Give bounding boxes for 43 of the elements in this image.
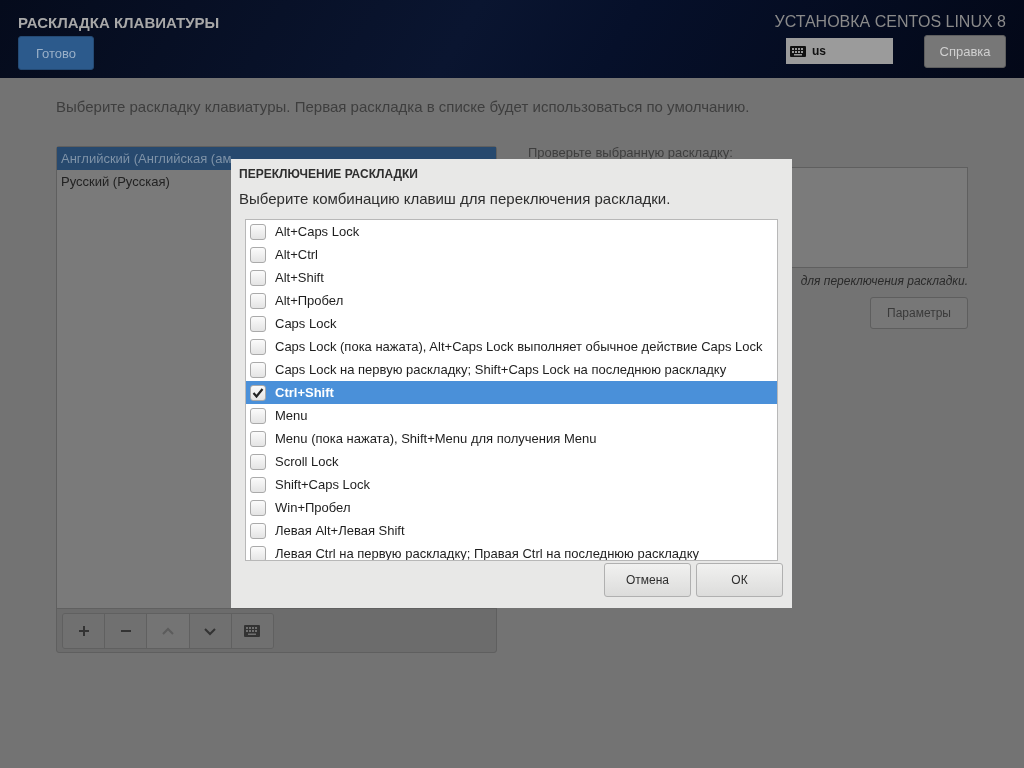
option-row[interactable]: Alt+Shift xyxy=(246,266,777,289)
add-button[interactable] xyxy=(63,614,106,648)
checkbox[interactable] xyxy=(250,292,266,309)
option-row[interactable]: Menu (пока нажата), Shift+Menu для получения Menu xyxy=(246,427,777,450)
option-row[interactable]: Shift+Caps Lock xyxy=(246,473,777,496)
option-row[interactable]: Caps Lock (пока нажата), Alt+Caps Lock выполняет обычное действие Caps Lock xyxy=(246,335,777,358)
option-row[interactable]: Caps Lock на первую раскладку; Shift+Caps Lock на последнюю раскладку xyxy=(246,358,777,381)
ok-button[interactable]: ОК xyxy=(696,563,783,597)
checkbox[interactable] xyxy=(250,522,266,539)
checkbox[interactable] xyxy=(250,453,266,470)
option-row[interactable]: Левая Ctrl на первую раскладку; Правая Ctrl на последнюю раскладку xyxy=(246,542,777,560)
option-row[interactable]: Левая Alt+Левая Shift xyxy=(246,519,777,542)
option-row[interactable]: Alt+Пробел xyxy=(246,289,777,312)
checkbox[interactable] xyxy=(250,361,266,378)
dialog-prompt: Выберите комбинацию клавиш для переключения раскладки. xyxy=(239,190,672,207)
dialog-title: ПЕРЕКЛЮЧЕНИЕ РАСКЛАДКИ xyxy=(239,167,419,181)
page-title: РАСКЛАДКА КЛАВИАТУРЫ xyxy=(18,14,220,31)
down-button[interactable] xyxy=(189,614,232,648)
option-row[interactable]: Win+Пробел xyxy=(246,496,777,519)
keyboard-button[interactable] xyxy=(231,614,273,648)
hint-text: для переключения раскладки. xyxy=(800,274,968,288)
checkbox[interactable] xyxy=(250,430,266,447)
keyboard-icon xyxy=(790,45,806,57)
checkbox[interactable] xyxy=(250,269,266,286)
keyboard-indicator[interactable]: us xyxy=(786,38,893,64)
checkbox[interactable] xyxy=(250,246,266,263)
checkbox[interactable] xyxy=(250,384,266,401)
checkbox[interactable] xyxy=(250,476,266,493)
checkbox[interactable] xyxy=(250,407,266,424)
cancel-button[interactable]: Отмена xyxy=(604,563,691,597)
option-row[interactable]: Scroll Lock xyxy=(246,450,777,473)
keyboard-icon xyxy=(244,624,261,638)
checkbox[interactable] xyxy=(250,499,266,516)
checkbox[interactable] xyxy=(250,338,266,355)
checkbox[interactable] xyxy=(250,315,266,332)
option-row[interactable]: Alt+Caps Lock xyxy=(246,220,777,243)
checkbox[interactable] xyxy=(250,223,266,240)
option-row[interactable]: Caps Lock xyxy=(246,312,777,335)
checkbox[interactable] xyxy=(250,545,266,560)
option-row[interactable]: Alt+Ctrl xyxy=(246,243,777,266)
installer-title: УСТАНОВКА CENTOS LINUX 8 xyxy=(774,13,1006,31)
option-row[interactable]: Menu xyxy=(246,404,777,427)
remove-button[interactable] xyxy=(105,614,148,648)
